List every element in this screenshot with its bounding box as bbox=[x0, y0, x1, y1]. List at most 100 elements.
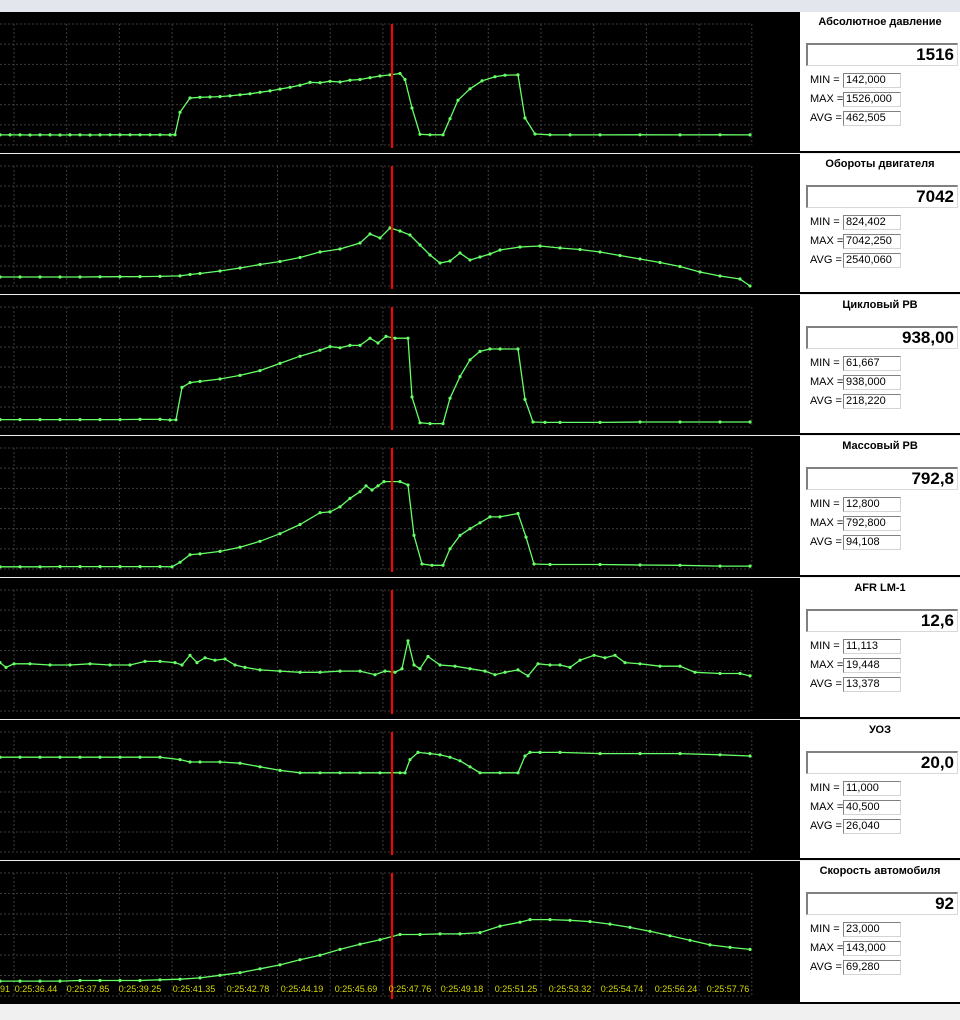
data-point bbox=[318, 771, 322, 775]
data-point bbox=[524, 535, 528, 539]
avg-value-row: AVG = 13,378 bbox=[810, 677, 901, 693]
avg-value-field: 69,280 bbox=[843, 960, 901, 975]
data-point bbox=[198, 271, 202, 276]
data-point bbox=[328, 79, 332, 83]
current-value-field: 12,6 bbox=[806, 609, 958, 632]
data-point bbox=[358, 490, 362, 494]
data-point bbox=[278, 669, 282, 673]
chart-panel: AFR LM-1 12,6 MIN = 11,113 MAX = 19,448 AVG = 1… bbox=[0, 578, 960, 719]
data-point bbox=[478, 931, 482, 935]
data-point bbox=[218, 269, 222, 273]
current-value-field: 92 bbox=[806, 892, 958, 915]
line-chart[interactable] bbox=[0, 154, 800, 294]
data-point bbox=[638, 752, 642, 756]
data-point bbox=[138, 978, 142, 983]
data-point bbox=[108, 663, 112, 667]
data-point bbox=[178, 977, 182, 981]
data-point bbox=[438, 753, 442, 757]
parameter-info-panel: Обороты двигателя 7042 MIN = 824,402 MAX = 70… bbox=[800, 154, 960, 292]
data-point bbox=[416, 750, 420, 754]
line-chart[interactable] bbox=[0, 12, 800, 153]
data-point bbox=[338, 80, 342, 84]
data-point bbox=[318, 250, 322, 254]
data-point bbox=[598, 562, 602, 567]
max-value-row: MAX = 7042,250 bbox=[810, 234, 901, 250]
data-point bbox=[558, 420, 562, 424]
data-point bbox=[638, 257, 642, 261]
data-point bbox=[478, 255, 482, 259]
data-point bbox=[418, 932, 422, 937]
min-value-field: 12,800 bbox=[843, 497, 901, 512]
data-point bbox=[498, 347, 502, 351]
chart-panel: 91 0:25:36.44 0:25:37.85 0:25:39.25 0:25:41.… bbox=[0, 861, 960, 1004]
data-point bbox=[208, 95, 212, 99]
line-chart[interactable] bbox=[0, 295, 800, 435]
data-point bbox=[378, 236, 382, 240]
parameter-info-panel: Цикловый РВ 938,00 MIN = 61,667 MAX = 938,000… bbox=[800, 295, 960, 433]
data-point bbox=[428, 422, 432, 426]
data-point bbox=[188, 381, 192, 385]
data-point bbox=[233, 663, 237, 667]
data-point bbox=[158, 133, 162, 137]
line-chart[interactable] bbox=[0, 436, 800, 577]
data-point bbox=[178, 560, 182, 564]
data-point bbox=[718, 274, 722, 278]
data-point bbox=[526, 674, 530, 678]
avg-value-field: 218,220 bbox=[843, 394, 901, 409]
data-point bbox=[238, 373, 242, 377]
data-point bbox=[278, 259, 282, 264]
data-point bbox=[58, 979, 62, 983]
data-point bbox=[384, 334, 388, 338]
line-chart[interactable] bbox=[0, 578, 800, 719]
data-point bbox=[158, 274, 162, 278]
time-tick-label: 0:25:39.25 bbox=[119, 984, 162, 994]
data-point bbox=[376, 484, 380, 488]
time-tick-label: 0:25:54.74 bbox=[601, 984, 644, 994]
data-point bbox=[441, 422, 445, 426]
data-point bbox=[348, 496, 352, 500]
data-point bbox=[158, 978, 162, 982]
data-point bbox=[258, 90, 262, 94]
time-tick-label: 91 bbox=[0, 984, 10, 994]
data-point bbox=[480, 79, 484, 83]
data-point bbox=[78, 133, 82, 137]
data-point bbox=[170, 565, 174, 569]
data-point bbox=[748, 674, 752, 678]
data-point bbox=[118, 275, 122, 279]
data-point bbox=[483, 669, 487, 673]
avg-value-row: AVG = 94,108 bbox=[810, 535, 901, 551]
data-point bbox=[438, 932, 442, 936]
data-point bbox=[158, 565, 162, 569]
line-chart[interactable]: 91 0:25:36.44 0:25:37.85 0:25:39.25 0:25:41.… bbox=[0, 861, 800, 1004]
data-point bbox=[198, 379, 202, 383]
data-point bbox=[298, 354, 302, 358]
data-point bbox=[376, 341, 380, 345]
time-tick-label: 0:25:47.76 bbox=[389, 984, 432, 994]
data-point bbox=[468, 87, 472, 91]
parameter-info-panel: Скорость автомобиля 92 MIN = 23,000 MAX = 143… bbox=[800, 861, 960, 1002]
data-point bbox=[532, 562, 536, 566]
data-point bbox=[370, 488, 374, 492]
data-point bbox=[243, 665, 247, 669]
data-point bbox=[558, 750, 562, 754]
data-point bbox=[448, 117, 452, 121]
data-point bbox=[503, 670, 507, 674]
data-point bbox=[48, 133, 52, 137]
data-point bbox=[493, 75, 497, 79]
data-point bbox=[278, 963, 282, 967]
data-point bbox=[748, 564, 752, 568]
parameter-title: Скорость автомобиля bbox=[819, 865, 941, 877]
data-point bbox=[338, 947, 342, 951]
data-point bbox=[58, 565, 62, 569]
data-point bbox=[618, 253, 622, 258]
line-chart[interactable] bbox=[0, 720, 800, 860]
data-point bbox=[516, 511, 520, 516]
data-point bbox=[174, 418, 178, 422]
parameter-title: AFR LM-1 bbox=[854, 582, 906, 594]
data-point bbox=[448, 259, 452, 263]
data-point bbox=[338, 346, 342, 350]
data-point bbox=[258, 369, 262, 373]
data-point bbox=[518, 245, 522, 249]
data-point bbox=[368, 76, 372, 80]
data-point bbox=[58, 275, 62, 279]
